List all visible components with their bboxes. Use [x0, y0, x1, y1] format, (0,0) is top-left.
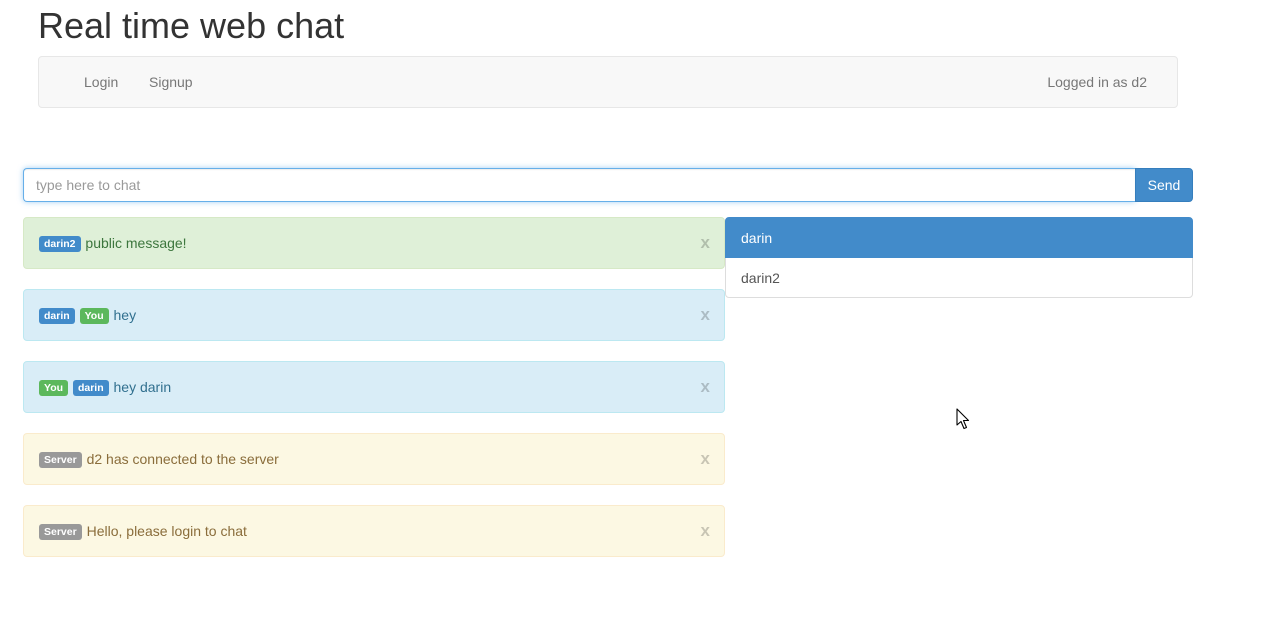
signup-link[interactable]: Signup [149, 57, 193, 107]
chat-message: Server d2 has connected to the server x [23, 433, 725, 485]
login-status: Logged in as d2 [1047, 74, 1147, 90]
message-text: hey [113, 307, 137, 323]
close-message-button[interactable]: x [701, 506, 710, 556]
close-message-button[interactable]: x [701, 290, 710, 340]
send-button[interactable]: Send [1135, 168, 1193, 202]
chat-message: darin You hey x [23, 289, 725, 341]
close-message-button[interactable]: x [701, 218, 710, 268]
sender-badge: darin2 [39, 236, 81, 252]
sender-badge: You [79, 308, 109, 324]
navbar: Login Signup Logged in as d2 [38, 56, 1178, 108]
sender-badge: Server [39, 452, 82, 468]
message-text: hey darin [113, 379, 172, 395]
sender-badge: You [39, 380, 69, 396]
sender-badge: darin [72, 380, 109, 396]
user-list: darin darin2 [725, 217, 1193, 298]
page: Real time web chat Login Signup Logged i… [0, 0, 1261, 636]
mouse-pointer-icon [956, 408, 970, 430]
chat-message: You darin hey darin x [23, 361, 725, 413]
page-title: Real time web chat [38, 5, 345, 46]
chat-message: Server Hello, please login to chat x [23, 505, 725, 557]
close-message-button[interactable]: x [701, 362, 710, 412]
message-text: Hello, please login to chat [86, 523, 247, 539]
sender-badge: darin [39, 308, 75, 324]
chat-message: darin2 public message! x [23, 217, 725, 269]
user-list-item[interactable]: darin [725, 217, 1193, 258]
chat-input[interactable] [23, 168, 1135, 202]
user-list-item[interactable]: darin2 [725, 257, 1193, 298]
sender-badge: Server [39, 524, 82, 540]
message-text: public message! [85, 235, 187, 251]
login-link[interactable]: Login [84, 57, 118, 107]
message-text: d2 has connected to the server [86, 451, 279, 467]
close-message-button[interactable]: x [701, 434, 710, 484]
chat-form: Send [23, 168, 1193, 202]
message-list: darin2 public message! x darin You hey x You… [23, 217, 725, 577]
